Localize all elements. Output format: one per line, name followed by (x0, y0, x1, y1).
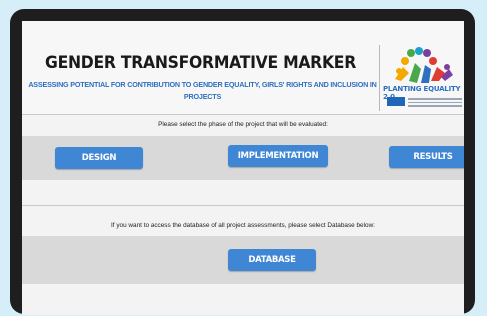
page-title: GENDER TRANSFORMATIVE MARKER (45, 53, 356, 73)
people-tree-icon (395, 47, 453, 83)
device-frame: GENDER TRANSFORMATIVE MARKER ASSESSING P… (10, 9, 475, 315)
header: GENDER TRANSFORMATIVE MARKER ASSESSING P… (22, 21, 464, 115)
logo-badge (387, 97, 405, 106)
design-button[interactable]: DESIGN (55, 147, 143, 169)
header-divider (379, 45, 380, 111)
phase-button-band: DESIGN IMPLEMENTATION RESULTS (22, 136, 464, 180)
page-subtitle: ASSESSING POTENTIAL FOR CONTRIBUTION TO … (28, 80, 377, 101)
logo-tagline (408, 96, 462, 108)
database-prompt: If you want to access the database of al… (111, 222, 375, 229)
planting-equality-logo: PLANTING EQUALITY 2.0 (381, 47, 463, 113)
results-button[interactable]: RESULTS (389, 146, 464, 168)
phase-prompt: Please select the phase of the project t… (158, 121, 328, 128)
app-screen: GENDER TRANSFORMATIVE MARKER ASSESSING P… (22, 21, 464, 315)
database-button-band: DATABASE (22, 236, 464, 284)
implementation-button[interactable]: IMPLEMENTATION (228, 145, 328, 167)
title-block: GENDER TRANSFORMATIVE MARKER ASSESSING P… (22, 21, 379, 114)
database-button[interactable]: DATABASE (228, 249, 316, 271)
section-divider (22, 205, 464, 206)
